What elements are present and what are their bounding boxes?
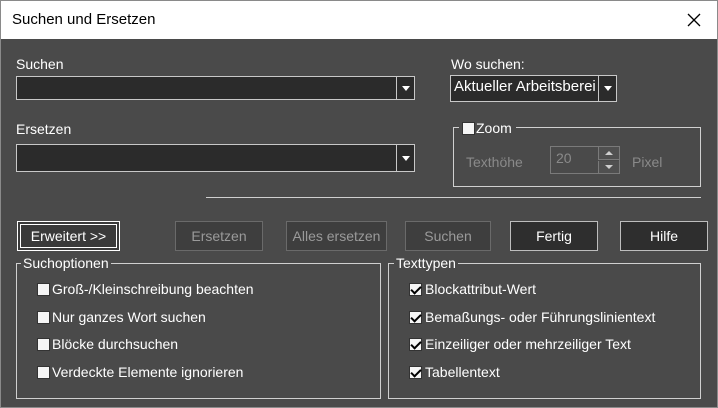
single-multiline-text-label[interactable]: Einzeiliger oder mehrzeiliger Text [425, 336, 631, 352]
where-value: Aktueller Arbeitsbereich [454, 78, 596, 95]
table-text-label[interactable]: Tabellentext [425, 364, 500, 380]
done-button[interactable]: Fertig [510, 221, 598, 251]
where-dropdown-icon[interactable] [598, 76, 616, 101]
whole-word-checkbox[interactable] [37, 311, 50, 324]
text-types-title: Texttypen [394, 255, 458, 271]
pixel-unit-label: Pixel [632, 154, 663, 170]
title-bar: Suchen und Ersetzen [1, 1, 717, 39]
where-combobox[interactable]: Aktueller Arbeitsbereich [450, 75, 617, 102]
match-case-checkbox[interactable] [37, 283, 50, 296]
replace-dropdown-icon[interactable] [396, 145, 414, 171]
single-multiline-text-checkbox[interactable] [409, 338, 422, 351]
help-button[interactable]: Hilfe [620, 221, 708, 251]
spin-down-icon[interactable] [598, 161, 619, 173]
block-attribute-label[interactable]: Blockattribut-Wert [425, 281, 536, 297]
ignore-hidden-label[interactable]: Verdeckte Elemente ignorieren [52, 364, 243, 380]
dimension-text-checkbox[interactable] [409, 311, 422, 324]
zoom-label: Zoom [476, 120, 512, 136]
text-height-value: 20 [556, 150, 572, 166]
search-blocks-checkbox[interactable] [37, 338, 50, 351]
replace-button[interactable]: Ersetzen [175, 221, 263, 251]
replace-label: Ersetzen [16, 121, 72, 137]
separator [206, 197, 701, 198]
spin-up-icon[interactable] [598, 147, 619, 160]
zoom-toggle[interactable]: Zoom [459, 120, 516, 136]
search-dropdown-icon[interactable] [396, 77, 414, 99]
search-combobox[interactable] [16, 76, 415, 100]
where-label: Wo suchen: [451, 56, 525, 72]
close-button[interactable] [671, 1, 717, 39]
advanced-button[interactable]: Erweitert >> [17, 221, 120, 251]
find-button[interactable]: Suchen [405, 221, 491, 251]
block-attribute-checkbox[interactable] [409, 283, 422, 296]
window-title: Suchen und Ersetzen [12, 11, 156, 28]
match-case-label[interactable]: Groß-/Kleinschreibung beachten [52, 281, 254, 297]
table-text-checkbox[interactable] [409, 366, 422, 379]
zoom-checkbox[interactable] [462, 122, 475, 135]
dialog-body: Suchen Wo suchen: Aktueller Arbeitsberei… [1, 39, 717, 407]
replace-all-button[interactable]: Alles ersetzen [286, 221, 387, 251]
whole-word-label[interactable]: Nur ganzes Wort suchen [52, 309, 206, 325]
search-options-title: Suchoptionen [21, 255, 111, 271]
dimension-text-label[interactable]: Bemaßungs- oder Führungslinientext [425, 309, 655, 325]
text-height-spinner[interactable]: 20 [550, 146, 620, 174]
close-icon [687, 13, 701, 27]
find-replace-dialog: Suchen und Ersetzen Suchen Wo suchen: Ak… [0, 0, 718, 408]
search-label: Suchen [16, 56, 64, 72]
ignore-hidden-checkbox[interactable] [37, 366, 50, 379]
search-blocks-label[interactable]: Blöcke durchsuchen [52, 336, 178, 352]
replace-combobox[interactable] [16, 144, 415, 172]
text-height-label: Texthöhe [466, 154, 523, 170]
